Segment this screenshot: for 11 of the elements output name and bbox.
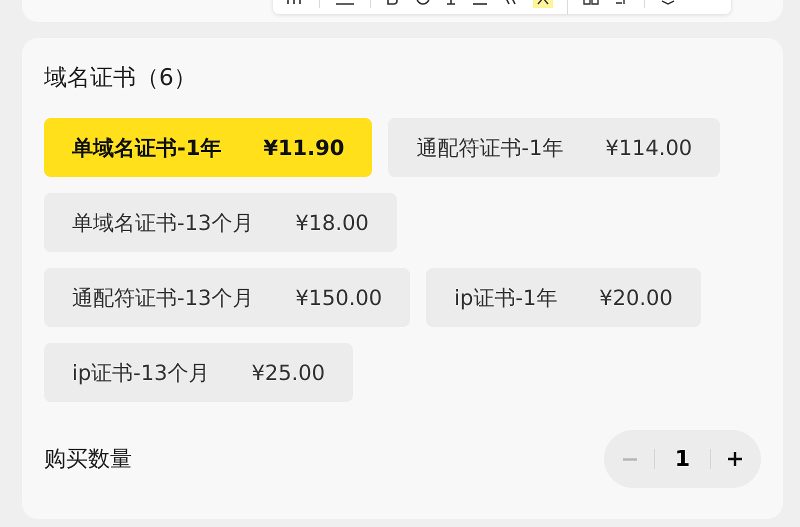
- quantity-value: 1: [674, 446, 691, 472]
- certificate-option[interactable]: ip证书-1年 ¥20.00: [426, 268, 701, 327]
- certificate-option[interactable]: 单域名证书-13个月 ¥18.00: [44, 193, 397, 252]
- certificate-option[interactable]: 通配符证书-13个月 ¥150.00: [44, 268, 410, 327]
- certificate-option[interactable]: ip证书-13个月 ¥25.00: [44, 343, 353, 402]
- minus-icon: [622, 458, 638, 460]
- quantity-label: 购买数量: [44, 446, 132, 474]
- certificate-option[interactable]: 单域名证书-1年 ¥11.90: [44, 118, 372, 177]
- section-title: 域名证书（6）: [44, 64, 198, 93]
- certificate-option[interactable]: 通配符证书-1年 ¥114.00: [388, 118, 720, 177]
- plus-icon: [727, 451, 743, 467]
